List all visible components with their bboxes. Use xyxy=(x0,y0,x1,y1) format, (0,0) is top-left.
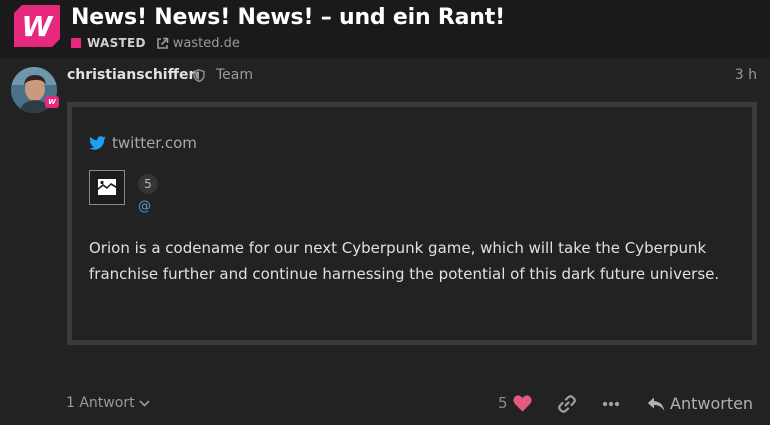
heart-icon xyxy=(512,394,532,411)
onebox-author-link[interactable]: @ xyxy=(138,199,151,214)
twitter-onebox: twitter.com 5 @ Orion is a codename for … xyxy=(67,102,757,345)
topic-title[interactable]: News! News! News! – und ein Rant! xyxy=(71,5,505,30)
replies-toggle[interactable]: 1 Antwort xyxy=(66,395,150,411)
onebox-source[interactable]: twitter.com xyxy=(89,134,197,152)
onebox-source-label: twitter.com xyxy=(112,134,197,152)
topic-source-link[interactable]: wasted.de xyxy=(173,36,240,51)
like-count: 5 xyxy=(498,394,508,412)
post-username[interactable]: christianschiffer xyxy=(67,67,195,83)
broken-image-icon xyxy=(89,170,125,205)
like-button[interactable]: 5 xyxy=(498,394,532,412)
link-icon[interactable] xyxy=(558,395,576,413)
shield-icon xyxy=(193,69,205,82)
external-link-icon xyxy=(156,37,169,49)
more-icon[interactable] xyxy=(602,401,620,407)
avatar-flair-icon: W xyxy=(45,96,59,108)
topic-header: W News! News! News! – und ein Rant! WAST… xyxy=(0,0,770,58)
category-color-badge xyxy=(71,38,81,48)
site-logo-icon[interactable]: W xyxy=(12,3,62,49)
category-link[interactable]: WASTED xyxy=(87,36,146,50)
reply-icon xyxy=(647,397,665,410)
reply-label: Antworten xyxy=(670,394,754,413)
reply-button[interactable]: Antworten xyxy=(647,394,753,413)
svg-text:W: W xyxy=(22,10,54,43)
tweet-text: Orion is a codename for our next Cyberpu… xyxy=(89,239,720,283)
user-group-link[interactable]: Team xyxy=(216,67,253,83)
topic-meta: WASTED wasted.de xyxy=(71,35,240,51)
twitter-icon xyxy=(89,136,106,150)
post-date[interactable]: 3 h xyxy=(735,67,757,83)
chevron-down-icon xyxy=(138,399,150,407)
onebox-count-badge: 5 xyxy=(138,174,158,194)
replies-count: 1 Antwort xyxy=(66,395,135,411)
